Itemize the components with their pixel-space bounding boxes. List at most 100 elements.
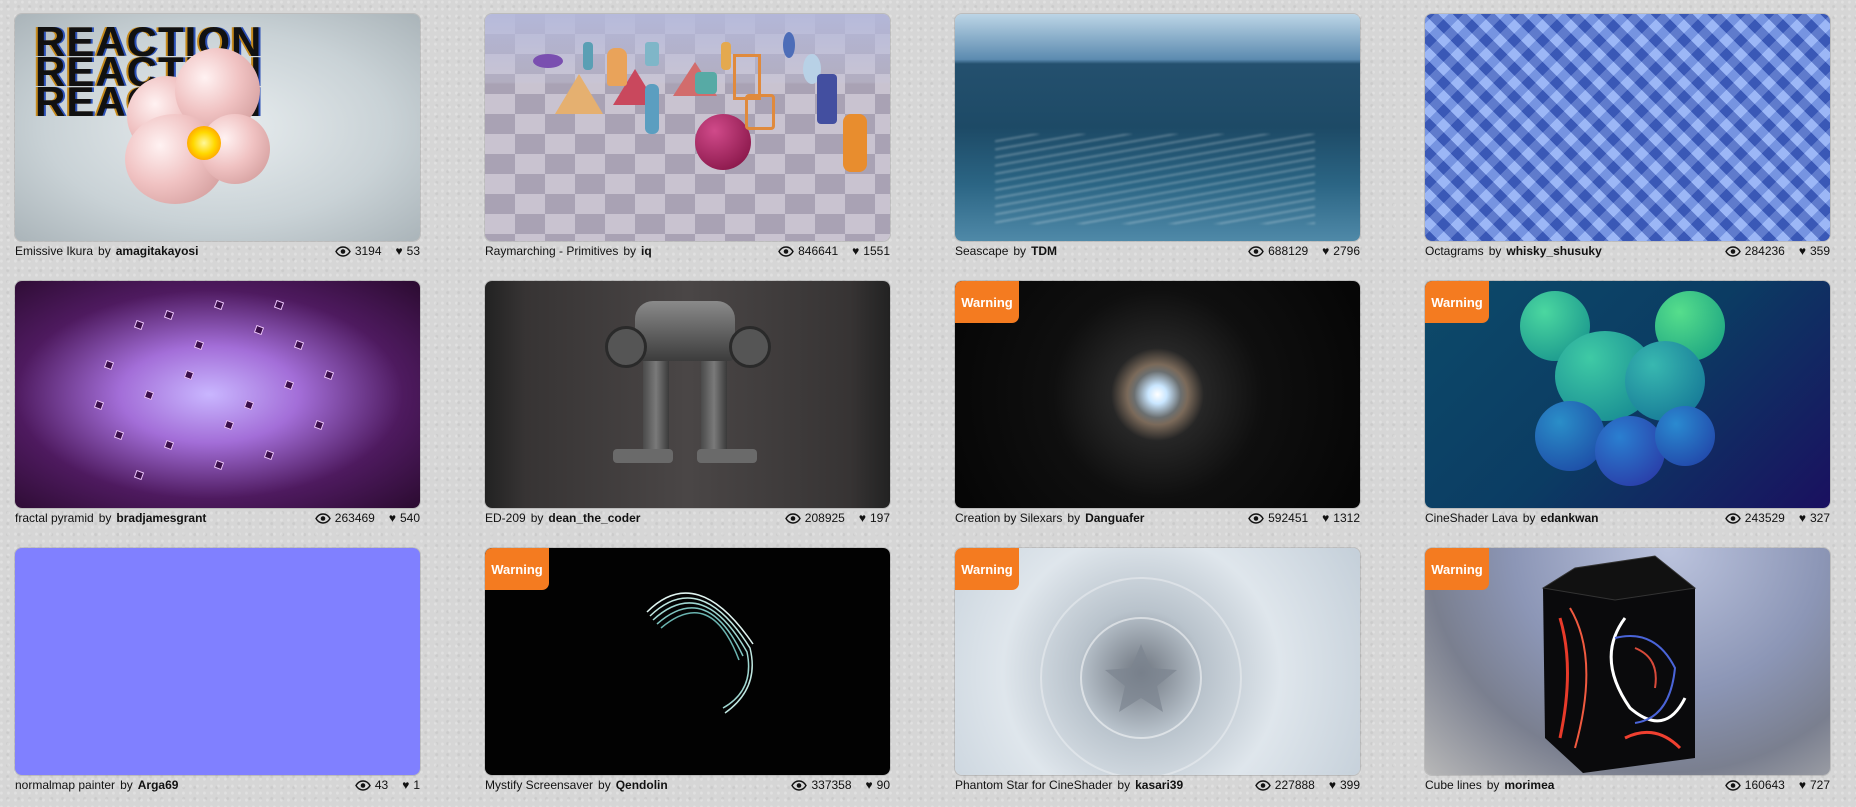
sphere-shape	[695, 114, 751, 170]
heart-icon: ♥	[1322, 244, 1330, 258]
by-label: by	[623, 244, 637, 258]
shader-title[interactable]: fractal pyramid	[15, 511, 94, 525]
shader-author[interactable]: kasari39	[1135, 778, 1183, 792]
eye-icon	[1248, 512, 1264, 524]
heart-icon: ♥	[402, 778, 410, 792]
like-count: 53	[406, 244, 420, 258]
view-count: 160643	[1744, 778, 1785, 792]
eye-icon	[1248, 245, 1264, 257]
shader-author[interactable]: morimea	[1504, 778, 1554, 792]
shader-title[interactable]: ED-209	[485, 511, 526, 525]
water-highlight	[995, 134, 1315, 224]
like-count: 327	[1809, 511, 1830, 525]
heart-icon: ♥	[1798, 778, 1806, 792]
shader-meta: Mystify Screensaver by Qendolin 337358 ♥…	[485, 775, 890, 795]
shader-author[interactable]: TDM	[1031, 244, 1057, 258]
shader-author[interactable]: dean_the_coder	[548, 511, 640, 525]
warning-badge: Warning	[1425, 548, 1489, 590]
robot-foot	[697, 449, 757, 463]
shader-thumbnail[interactable]	[955, 14, 1360, 241]
by-label: by	[1486, 778, 1500, 792]
like-count: 1	[413, 778, 420, 792]
shader-thumbnail[interactable]	[485, 14, 890, 241]
eye-icon	[784, 512, 801, 524]
glow-core	[187, 126, 221, 160]
like-count: 727	[1809, 778, 1830, 792]
like-count: 2796	[1333, 244, 1360, 258]
shader-card: Warning Creation by Silexars by Danguafe…	[955, 281, 1360, 528]
heart-icon: ♥	[1798, 244, 1806, 258]
by-label: by	[530, 511, 544, 525]
by-label: by	[1522, 511, 1536, 525]
shader-title[interactable]: Mystify Screensaver	[485, 778, 593, 792]
warning-badge: Warning	[955, 281, 1019, 323]
shader-thumbnail[interactable]	[1425, 14, 1830, 241]
shader-title[interactable]: CineShader Lava	[1425, 511, 1518, 525]
shader-author[interactable]: Arga69	[138, 778, 179, 792]
shader-author[interactable]: edankwan	[1540, 511, 1598, 525]
view-count: 227888	[1274, 778, 1315, 792]
disc-shape	[533, 54, 563, 68]
heart-icon: ♥	[1322, 511, 1330, 525]
like-count: 540	[399, 511, 420, 525]
by-label: by	[1117, 778, 1131, 792]
shader-title[interactable]: Cube lines	[1425, 778, 1482, 792]
shader-stats: 263469 ♥ 540	[314, 511, 420, 525]
shader-thumbnail[interactable]: Warning	[1425, 548, 1830, 775]
shader-thumbnail[interactable]: REACTION REACTION REACTION	[15, 14, 420, 241]
shader-thumbnail[interactable]	[15, 281, 420, 508]
by-label: by	[1067, 511, 1081, 525]
capsule-shape	[583, 42, 593, 70]
blob-shape	[1595, 416, 1665, 486]
shader-title[interactable]: Seascape	[955, 244, 1008, 258]
shader-title[interactable]: Creation by Silexars	[955, 511, 1062, 525]
shader-card: Warning Phantom Star for CineShader by k…	[955, 548, 1360, 795]
shader-stats: 592451 ♥ 1312	[1248, 511, 1360, 525]
eye-icon	[1724, 512, 1741, 524]
shader-title[interactable]: Octagrams	[1425, 244, 1484, 258]
shader-author[interactable]: amagitakayosi	[116, 244, 199, 258]
shader-title[interactable]: Raymarching - Primitives	[485, 244, 618, 258]
shader-author[interactable]: Danguafer	[1085, 511, 1144, 525]
shader-thumbnail[interactable]: Warning	[955, 281, 1360, 508]
cylinder-shape	[607, 48, 627, 86]
shader-meta: Phantom Star for CineShader by kasari39 …	[955, 775, 1360, 795]
eye-icon	[1724, 245, 1741, 257]
eye-icon	[778, 245, 794, 257]
shader-author[interactable]: bradjamesgrant	[116, 511, 206, 525]
shader-meta: CineShader Lava by edankwan 243529 ♥ 327	[1425, 508, 1830, 528]
shader-author[interactable]: Qendolin	[616, 778, 668, 792]
pyramid-shape	[555, 74, 603, 114]
view-count: 337358	[811, 778, 852, 792]
shader-title[interactable]: Phantom Star for CineShader	[955, 778, 1112, 792]
view-count: 263469	[334, 511, 375, 525]
shader-thumbnail[interactable]: Warning	[955, 548, 1360, 775]
heart-icon: ♥	[858, 511, 866, 525]
shader-thumbnail[interactable]: Warning	[1425, 281, 1830, 508]
shader-author[interactable]: iq	[641, 244, 652, 258]
robot-leg	[643, 361, 669, 451]
shader-author[interactable]: whisky_shusuky	[1506, 244, 1601, 258]
view-count: 243529	[1744, 511, 1785, 525]
shader-stats: 846641 ♥ 1551	[778, 244, 890, 258]
warning-badge: Warning	[1425, 281, 1489, 323]
shader-card: normalmap painter by Arga69 43 ♥ 1	[15, 548, 420, 795]
shader-card: fractal pyramid by bradjamesgrant 263469…	[15, 281, 420, 528]
like-count: 197	[869, 511, 890, 525]
like-count: 399	[1339, 778, 1360, 792]
shader-thumbnail[interactable]: Warning	[485, 548, 890, 775]
shader-thumbnail[interactable]	[15, 548, 420, 775]
shader-title[interactable]: normalmap painter	[15, 778, 115, 792]
heart-icon: ♥	[1328, 778, 1336, 792]
eye-icon	[314, 512, 331, 524]
robot-leg	[701, 361, 727, 451]
shader-stats: 337358 ♥ 90	[791, 778, 890, 792]
shader-title[interactable]: Emissive Ikura	[15, 244, 93, 258]
capsule-shape	[721, 42, 731, 70]
hex-prism-shape	[843, 114, 867, 172]
shader-stats: 208925 ♥ 197	[784, 511, 890, 525]
shader-card: Raymarching - Primitives by iq 846641 ♥ …	[485, 14, 890, 261]
shader-thumbnail[interactable]	[485, 281, 890, 508]
heart-icon: ♥	[865, 778, 873, 792]
shader-meta: Octagrams by whisky_shusuky 284236 ♥ 359	[1425, 241, 1830, 261]
